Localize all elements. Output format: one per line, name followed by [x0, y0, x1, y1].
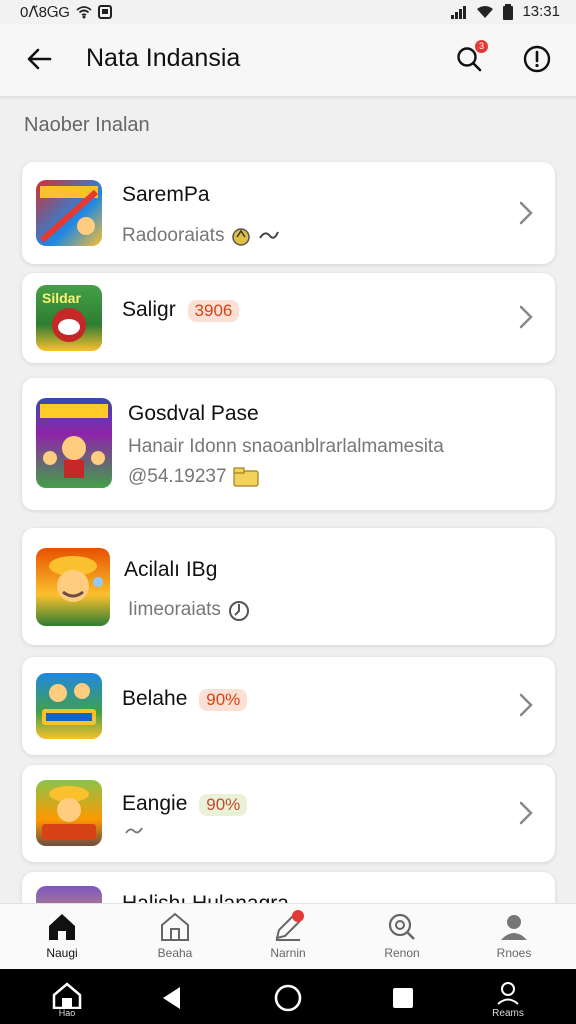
- app-icon: [36, 673, 102, 739]
- info-icon[interactable]: [520, 42, 554, 76]
- app-name: SaremPa: [122, 183, 210, 206]
- app-bar: Nata Indansia 3: [0, 24, 576, 96]
- bottom-navigation: Naugi Beaha Narnin Renon Rnoes: [0, 903, 576, 970]
- app-name: Acilalı IBg: [124, 558, 218, 581]
- app-icon: [36, 398, 112, 488]
- profile-icon: [497, 982, 519, 1005]
- nav-item-renon[interactable]: Renon: [352, 910, 452, 960]
- battery-icon: [503, 3, 514, 20]
- wifi-icon: [76, 6, 92, 19]
- nav-label: Naugi: [46, 946, 78, 960]
- nav-label: Rnoes: [496, 946, 532, 960]
- wifi-signal-icon: [477, 5, 494, 18]
- chevron-right-icon: [519, 693, 533, 717]
- home-icon: [52, 982, 82, 1010]
- system-recents-button[interactable]: [392, 987, 414, 1009]
- link-icon: [259, 231, 280, 239]
- edit-icon: [275, 910, 304, 941]
- system-back-button[interactable]: [160, 985, 184, 1011]
- list-item-6[interactable]: Eangie 90%: [22, 765, 555, 862]
- status-bar: 0ꓥ̃8ᏀG 13:31: [0, 0, 576, 24]
- nav-item-beaha[interactable]: Beaha: [125, 910, 225, 960]
- app-name: Eangie: [122, 792, 188, 815]
- system-profile-label: Reams: [492, 1008, 524, 1019]
- app-name-row: Saligr 3906: [122, 298, 240, 322]
- chevron-right-icon: [519, 801, 533, 825]
- nav-label: Narnin: [270, 946, 306, 960]
- app-name: Belahe: [122, 687, 188, 710]
- system-profile-button[interactable]: Reams: [488, 981, 528, 1019]
- list-item-2[interactable]: Sildar Saligr 3906: [22, 273, 555, 363]
- system-home-button[interactable]: Hao: [50, 981, 84, 1018]
- link-icon: [125, 827, 143, 834]
- nav-label: Renon: [384, 946, 420, 960]
- app-icon: [36, 180, 102, 246]
- discount-badge: 3906: [187, 300, 240, 322]
- section-label: Naober Inalan: [24, 114, 150, 136]
- app-subtitle: Radooraiats: [122, 225, 225, 246]
- nav-label: Beaha: [157, 946, 193, 960]
- folder-icon: [232, 467, 259, 487]
- chevron-right-icon: [519, 201, 533, 225]
- list-item-3[interactable]: Gosdval Pase Hanair Idonn snaoanblrarlal…: [22, 378, 555, 510]
- system-home-circle-button[interactable]: [273, 983, 303, 1013]
- status-left-text: 0ꓥ̃8ᏀG: [20, 4, 70, 21]
- nav-item-profile[interactable]: Rnoes: [464, 910, 564, 960]
- list-item-1[interactable]: SaremPa Radooraiats: [22, 162, 555, 264]
- award-icon: [232, 228, 251, 246]
- signal-icon: [451, 5, 467, 19]
- app-description: Hanair Idonn snaoanblrarlalmamesita: [128, 436, 444, 457]
- chevron-right-icon: [519, 305, 533, 329]
- notification-icon: [97, 5, 112, 19]
- system-home-label: Hao: [58, 1008, 76, 1018]
- app-stat: @54.19237: [128, 466, 227, 487]
- discount-badge: 90%: [199, 794, 248, 816]
- discount-badge: 90%: [199, 689, 248, 711]
- profile-icon: [501, 915, 527, 940]
- app-name: Saligr: [122, 298, 176, 321]
- system-navigation-bar: Hao Reams: [0, 969, 576, 1024]
- list-item-5[interactable]: Belahe 90%: [22, 657, 555, 755]
- home-icon: [49, 914, 75, 940]
- app-name-row: Eangie 90%: [122, 792, 248, 816]
- nav-item-home[interactable]: Naugi: [12, 910, 112, 960]
- page-title: Nata Indansia: [86, 44, 241, 72]
- app-icon: Sildar: [36, 285, 102, 351]
- back-arrow-icon[interactable]: [22, 42, 56, 76]
- app-icon: [36, 780, 102, 846]
- search-badge: 3: [475, 40, 488, 53]
- search-button[interactable]: 3: [452, 40, 488, 76]
- list-item-4[interactable]: Acilalı IBg Iimeoraiats: [22, 528, 555, 645]
- app-subtitle: Iimeoraiats: [128, 599, 221, 620]
- app-name: Gosdval Pase: [128, 402, 259, 425]
- svg-text:Sildar: Sildar: [42, 290, 81, 306]
- nav-item-narnin[interactable]: Narnin: [238, 910, 338, 960]
- status-time: 13:31: [522, 3, 560, 20]
- search-icon: [388, 913, 415, 940]
- app-name-row: Belahe 90%: [122, 687, 248, 711]
- app-icon: [36, 548, 110, 626]
- building-icon: [161, 912, 189, 941]
- clock-icon: [228, 601, 249, 621]
